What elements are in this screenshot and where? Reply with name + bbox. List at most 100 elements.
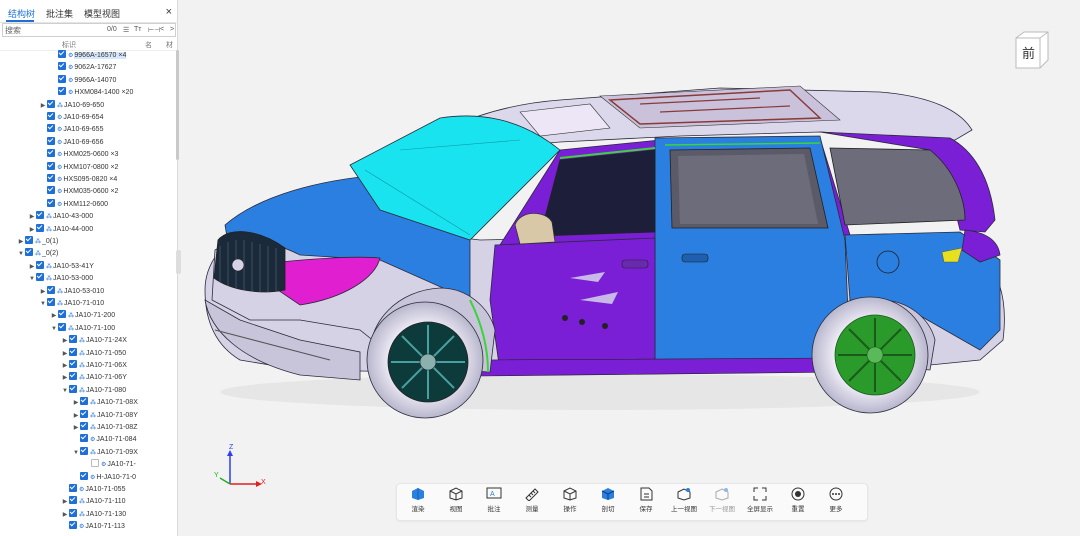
visibility-checkbox[interactable] — [58, 310, 66, 319]
tree-row[interactable]: ⚙JA10-69-654 — [39, 112, 103, 124]
visibility-checkbox[interactable] — [91, 459, 99, 468]
visibility-checkbox[interactable] — [80, 446, 88, 455]
expand-arrow-icon[interactable]: ▶ — [61, 509, 69, 521]
visibility-checkbox[interactable] — [47, 161, 55, 170]
view-cube-face[interactable]: 前 — [1022, 43, 1035, 62]
expand-arrow-icon[interactable]: ▶ — [72, 422, 80, 434]
tree-row[interactable]: ▼ ⁂_0(2) — [17, 248, 58, 260]
visibility-checkbox[interactable] — [36, 273, 44, 282]
tree-row[interactable]: ▶ ⁂JA10-71-24X — [61, 335, 127, 347]
text-case-icon[interactable]: Tт — [134, 26, 141, 33]
view-cube[interactable]: 前 — [1010, 30, 1050, 70]
visibility-checkbox[interactable] — [80, 422, 88, 430]
next-result-icon[interactable]: > — [170, 26, 174, 33]
expand-arrow-icon[interactable]: ▶ — [28, 224, 36, 236]
tree-row[interactable]: ▶ ⁂JA10-71-050 — [61, 347, 126, 360]
expand-arrow-icon[interactable]: ▶ — [28, 261, 36, 273]
expand-arrow-icon[interactable]: ▶ — [61, 348, 69, 360]
tab-annotation-set[interactable]: 批注集 — [46, 7, 73, 20]
tree-row[interactable]: ⚙JA10-71-084 — [72, 434, 136, 446]
view-button[interactable]: 视图 — [439, 487, 473, 517]
visibility-checkbox[interactable] — [47, 298, 55, 306]
tree-row[interactable]: ▶ ⁂JA10-43-000 — [28, 211, 93, 223]
tree-row[interactable]: ⚙JA10-69-656 — [39, 136, 103, 149]
visibility-checkbox[interactable] — [69, 347, 77, 356]
visibility-checkbox[interactable] — [47, 99, 55, 108]
visibility-checkbox[interactable] — [36, 260, 44, 269]
tree-row[interactable]: ▼ ⁂JA10-53-000 — [28, 273, 93, 285]
expand-arrow-icon[interactable]: ▶ — [28, 211, 36, 223]
visibility-checkbox[interactable] — [36, 223, 44, 232]
visibility-checkbox[interactable] — [58, 62, 66, 71]
operate-button[interactable]: 操作 — [553, 487, 587, 517]
collapse-arrow-icon[interactable]: ▼ — [72, 447, 80, 459]
collapse-arrow-icon[interactable]: ▼ — [50, 323, 58, 335]
tab-structure-tree[interactable]: 结构树 — [8, 7, 35, 20]
expand-arrow-icon[interactable]: ▶ — [72, 397, 80, 409]
section-button[interactable]: 剖切 — [591, 487, 625, 517]
tree-row[interactable]: ▶ ⁂JA10-71-200 — [50, 310, 115, 322]
tree-row[interactable]: ▶ ⁂JA10-71-130 — [61, 508, 126, 521]
expand-arrow-icon[interactable]: ▶ — [17, 236, 25, 248]
car-model[interactable] — [179, 0, 1080, 536]
next-view-button[interactable]: 下一视图 — [705, 487, 739, 517]
tree-row[interactable]: ⚙HXM084-1400 ×20 — [50, 87, 133, 99]
visibility-checkbox[interactable] — [47, 136, 55, 145]
visibility-checkbox[interactable] — [58, 50, 66, 58]
visibility-checkbox[interactable] — [69, 372, 77, 381]
expand-arrow-icon[interactable]: ▶ — [61, 360, 69, 372]
tree-row[interactable]: ⚙JA10-71-055 — [61, 484, 125, 496]
visibility-checkbox[interactable] — [36, 211, 44, 220]
tree-row[interactable]: ▶ ⁂JA10-71-06X — [61, 360, 127, 372]
tree-row[interactable]: ⚙JA10-71-113 — [61, 521, 125, 533]
whole-word-icon[interactable]: ⊢⊣ — [148, 26, 160, 34]
visibility-checkbox[interactable] — [47, 285, 55, 294]
visibility-checkbox[interactable] — [69, 496, 77, 505]
tree-row[interactable]: ▶ ⁂_0(1) — [17, 236, 58, 248]
visibility-checkbox[interactable] — [25, 236, 33, 244]
visibility-checkbox[interactable] — [47, 174, 55, 182]
expand-arrow-icon[interactable]: ▶ — [50, 310, 58, 322]
tree-row[interactable]: ⚙HXS095-0820 ×4 — [39, 174, 117, 186]
expand-arrow-icon[interactable]: ▶ — [61, 372, 69, 384]
visibility-checkbox[interactable] — [69, 521, 77, 530]
expand-arrow-icon[interactable]: ▶ — [61, 496, 69, 508]
render-button[interactable]: 渲染 — [401, 487, 435, 517]
tree-row[interactable]: ⚙HXM112-0600 — [39, 198, 108, 211]
model-viewport[interactable] — [179, 0, 1080, 536]
visibility-checkbox[interactable] — [69, 508, 77, 517]
tree-row[interactable]: ▶ ⁂JA10-71-08Y — [72, 409, 138, 422]
visibility-checkbox[interactable] — [47, 186, 55, 195]
tree-row[interactable]: ⚙9966A-14070 — [50, 74, 116, 87]
visibility-checkbox[interactable] — [80, 471, 88, 480]
collapse-arrow-icon[interactable]: ▼ — [28, 273, 36, 285]
visibility-checkbox[interactable] — [47, 124, 55, 133]
visibility-checkbox[interactable] — [80, 397, 88, 406]
visibility-checkbox[interactable] — [47, 112, 55, 120]
search-input[interactable] — [5, 24, 101, 36]
tree-row[interactable]: ▶ ⁂JA10-53-41Y — [28, 260, 94, 273]
tree-row[interactable]: ⚙JA10-71- — [83, 459, 136, 471]
visibility-checkbox[interactable] — [58, 87, 66, 96]
visibility-checkbox[interactable] — [69, 484, 77, 492]
tree-row[interactable]: ▶ ⁂JA10-44-000 — [28, 223, 93, 236]
tab-model-view[interactable]: 模型视图 — [84, 7, 120, 20]
prev-result-icon[interactable]: < — [160, 26, 164, 33]
tree-row[interactable]: ⚙HXM107-0800 ×2 — [39, 161, 118, 174]
tree-row[interactable]: ▶ ⁂JA10-53-010 — [39, 285, 104, 298]
annotation-button[interactable]: A 批注 — [477, 487, 511, 517]
expand-arrow-icon[interactable]: ▶ — [39, 286, 47, 298]
tree-row[interactable]: ⚙H-JA10-71-0 — [72, 471, 136, 484]
visibility-checkbox[interactable] — [80, 409, 88, 418]
collapse-arrow-icon[interactable]: ▼ — [17, 248, 25, 260]
tree-row[interactable]: ▶ ⁂JA10-69-650 — [39, 99, 104, 112]
more-button[interactable]: 更多 — [819, 487, 853, 517]
expand-arrow-icon[interactable]: ▶ — [39, 100, 47, 112]
tree-row[interactable]: ⚙HXM025-0600 ×3 — [39, 149, 118, 161]
tree-row[interactable]: ▶ ⁂JA10-71-08Z — [72, 422, 137, 434]
visibility-checkbox[interactable] — [69, 335, 77, 344]
expand-arrow-icon[interactable]: ▶ — [72, 410, 80, 422]
visibility-checkbox[interactable] — [58, 322, 66, 331]
close-icon[interactable]: × — [166, 6, 172, 18]
expand-arrow-icon[interactable]: ▶ — [61, 335, 69, 347]
